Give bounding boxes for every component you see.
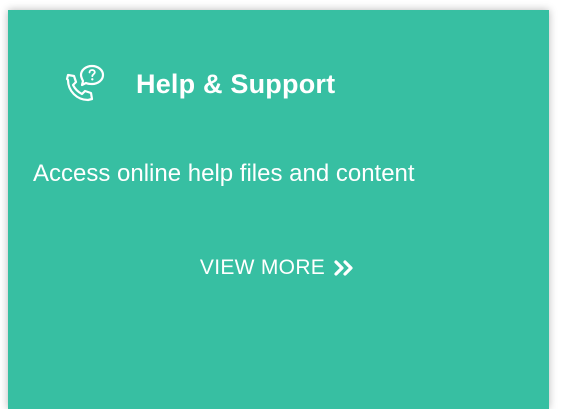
card-description: Access online help files and content [33, 160, 415, 187]
double-chevron-right-icon [333, 259, 357, 277]
view-more-label: VIEW MORE [199, 256, 326, 279]
help-support-card: Help & Support Access online help files … [8, 10, 549, 409]
phone-question-icon [62, 62, 106, 106]
page: Help & Support Access online help files … [0, 0, 577, 409]
card-title: Help & Support [136, 68, 336, 99]
card-header: Help & Support [62, 54, 335, 114]
view-more-link[interactable]: VIEW MORE [8, 256, 549, 280]
